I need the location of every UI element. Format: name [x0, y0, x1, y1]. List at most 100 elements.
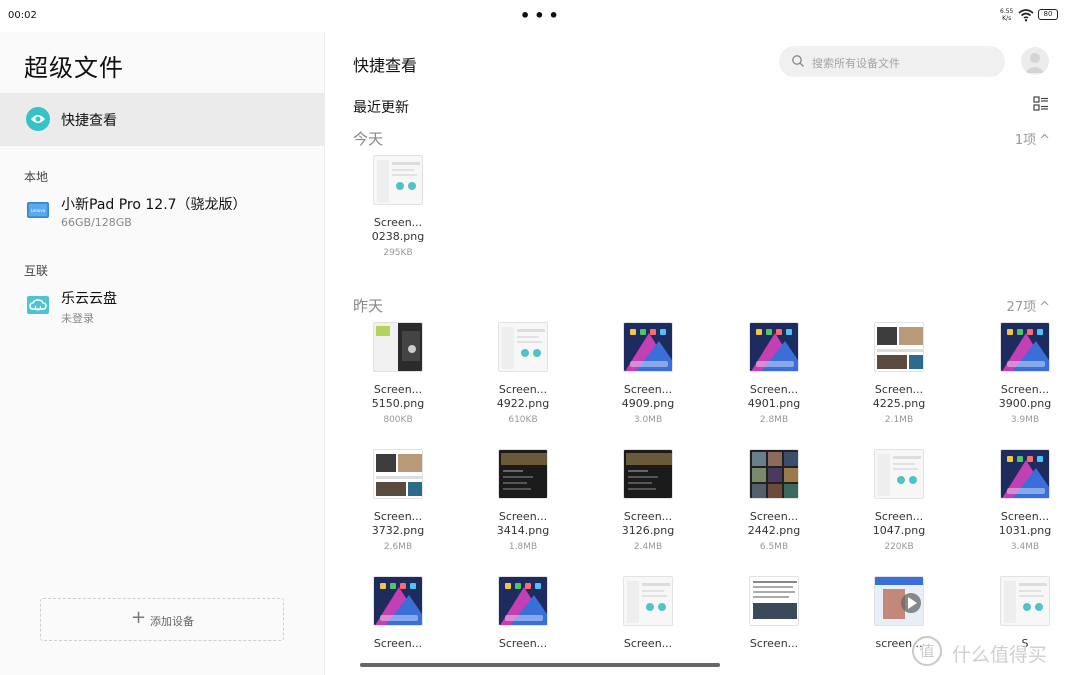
page-title: 快捷查看: [353, 56, 418, 75]
sidebar-item-cloud[interactable]: 乐云云盘 未登录: [0, 288, 325, 336]
file-size: 6.5MB: [759, 542, 789, 552]
file-name: Screen... 2442.png: [747, 510, 801, 537]
file-size: 220KB: [884, 542, 914, 552]
file-size: 2.6MB: [383, 542, 413, 552]
list-view-icon[interactable]: [1033, 96, 1049, 112]
file-thumbnail: [623, 576, 673, 626]
file-size: 1.8MB: [508, 542, 538, 552]
group-count: 27项: [1006, 300, 1037, 315]
file-size: 3.0MB: [633, 415, 663, 425]
avatar[interactable]: [1021, 47, 1049, 75]
file-item[interactable]: Screen... 1031.png 3.4MB: [980, 449, 1070, 569]
file-thumbnail: [498, 322, 548, 372]
sidebar-item-label: 快捷查看: [61, 113, 117, 129]
file-thumbnail: [373, 449, 423, 499]
file-item[interactable]: Screen... 4901.png 2.8MB: [729, 322, 819, 442]
file-size: 2.4MB: [633, 542, 663, 552]
sidebar-item-quick-view[interactable]: 快捷查看: [0, 93, 325, 146]
device-storage: 66GB/128GB: [61, 216, 132, 229]
file-thumbnail: [874, 449, 924, 499]
file-size: 2.8MB: [759, 415, 789, 425]
recent-title: 最近更新: [353, 100, 409, 116]
status-bar: 00:02 ••• 6.55 K/s 80: [0, 0, 1080, 32]
sidebar: 超级文件 快捷查看 本地 Lenovo 小新Pad Pro 12.7（骁龙版） …: [0, 32, 325, 675]
file-item[interactable]: Screen... 4909.png 3.0MB: [603, 322, 693, 442]
file-name: Screen...: [498, 637, 548, 650]
add-device-label: 添加设备: [150, 615, 194, 628]
file-item[interactable]: Screen... 3126.png 2.4MB: [603, 449, 693, 569]
watermark-logo: 值: [912, 636, 942, 666]
cloud-drive-icon: [27, 296, 49, 314]
file-thumbnail: [373, 322, 423, 372]
file-name: Screen... 3900.png: [998, 383, 1052, 410]
file-thumbnail: [874, 322, 924, 372]
file-size: 3.4MB: [1010, 542, 1040, 552]
file-size: 295KB: [383, 248, 413, 258]
file-name: Screen... 1047.png: [872, 510, 926, 537]
main-panel: 快捷查看 搜索所有设备文件 最近更新 今天 1项 ^ Screen... 0238.…: [325, 32, 1080, 675]
file-thumbnail: [373, 576, 423, 626]
group-toggle-today[interactable]: 1项 ^: [1015, 129, 1050, 148]
watermark: 值 什么值得买: [908, 636, 1076, 670]
group-label-today: 今天: [353, 130, 384, 148]
file-item[interactable]: Screen... 0238.png 295KB: [353, 155, 443, 275]
search-input[interactable]: 搜索所有设备文件: [779, 46, 1005, 77]
file-thumbnail: [498, 576, 548, 626]
file-thumbnail: [749, 449, 799, 499]
file-item[interactable]: Screen...: [603, 576, 693, 675]
sidebar-item-local-device[interactable]: Lenovo 小新Pad Pro 12.7（骁龙版） 66GB/128GB: [0, 194, 325, 242]
file-item[interactable]: Screen... 4225.png 2.1MB: [854, 322, 944, 442]
file-thumbnail: [623, 322, 673, 372]
add-device-button[interactable]: + 添加设备: [40, 598, 284, 641]
file-name: Screen... 5150.png: [371, 383, 425, 410]
network-speed: 6.55 K/s: [1000, 8, 1014, 22]
file-thumbnail: [498, 449, 548, 499]
file-item[interactable]: Screen... 5150.png 800KB: [353, 322, 443, 442]
file-name: Screen... 0238.png: [371, 216, 425, 243]
file-size: 610KB: [508, 415, 538, 425]
file-item[interactable]: Screen... 1047.png 220KB: [854, 449, 944, 569]
file-thumbnail: [1000, 576, 1050, 626]
group-label-yesterday: 昨天: [353, 297, 384, 315]
battery-icon: 80: [1038, 9, 1058, 20]
file-thumbnail: [1000, 449, 1050, 499]
status-time: 00:02: [8, 10, 37, 21]
group-toggle-yesterday[interactable]: 27项 ^: [1007, 296, 1050, 315]
file-name: Screen... 1031.png: [998, 510, 1052, 537]
file-name: Screen... 3732.png: [371, 510, 425, 537]
file-item[interactable]: Screen... 2442.png 6.5MB: [729, 449, 819, 569]
section-label-local: 本地: [24, 170, 49, 184]
file-thumbnail: [749, 576, 799, 626]
search-placeholder: 搜索所有设备文件: [812, 57, 900, 70]
wifi-icon: [1018, 9, 1034, 22]
file-name: Screen... 4922.png: [496, 383, 550, 410]
app-title: 超级文件: [24, 54, 124, 82]
file-item[interactable]: Screen... 3414.png 1.8MB: [478, 449, 568, 569]
file-item[interactable]: Screen... 3732.png 2.6MB: [353, 449, 443, 569]
home-indicator[interactable]: [360, 663, 720, 667]
file-thumbnail: [874, 576, 924, 626]
group-count: 1项: [1014, 133, 1037, 148]
cloud-status: 未登录: [61, 312, 94, 325]
svg-text:Lenovo: Lenovo: [31, 208, 46, 213]
file-name: Screen...: [373, 637, 423, 650]
file-item[interactable]: Screen...: [478, 576, 568, 675]
file-thumbnail: [1000, 322, 1050, 372]
file-item[interactable]: Screen... 3900.png 3.9MB: [980, 322, 1070, 442]
chevron-up-icon: ^: [1039, 133, 1050, 148]
multitask-dots[interactable]: •••: [520, 6, 563, 25]
watermark-text: 什么值得买: [952, 644, 1048, 666]
section-label-connect: 互联: [24, 264, 49, 278]
device-name: 小新Pad Pro 12.7（骁龙版）: [61, 197, 247, 213]
file-thumbnail: [623, 449, 673, 499]
file-name: Screen... 4225.png: [872, 383, 926, 410]
file-item[interactable]: Screen... 4922.png 610KB: [478, 322, 568, 442]
file-name: Screen...: [749, 637, 799, 650]
file-name: Screen... 4901.png: [747, 383, 801, 410]
file-name: Screen... 3126.png: [621, 510, 675, 537]
file-item[interactable]: Screen...: [729, 576, 819, 675]
file-thumbnail: [373, 155, 423, 205]
file-name: Screen... 4909.png: [621, 383, 675, 410]
file-item[interactable]: Screen...: [353, 576, 443, 675]
eye-icon: [26, 107, 50, 131]
